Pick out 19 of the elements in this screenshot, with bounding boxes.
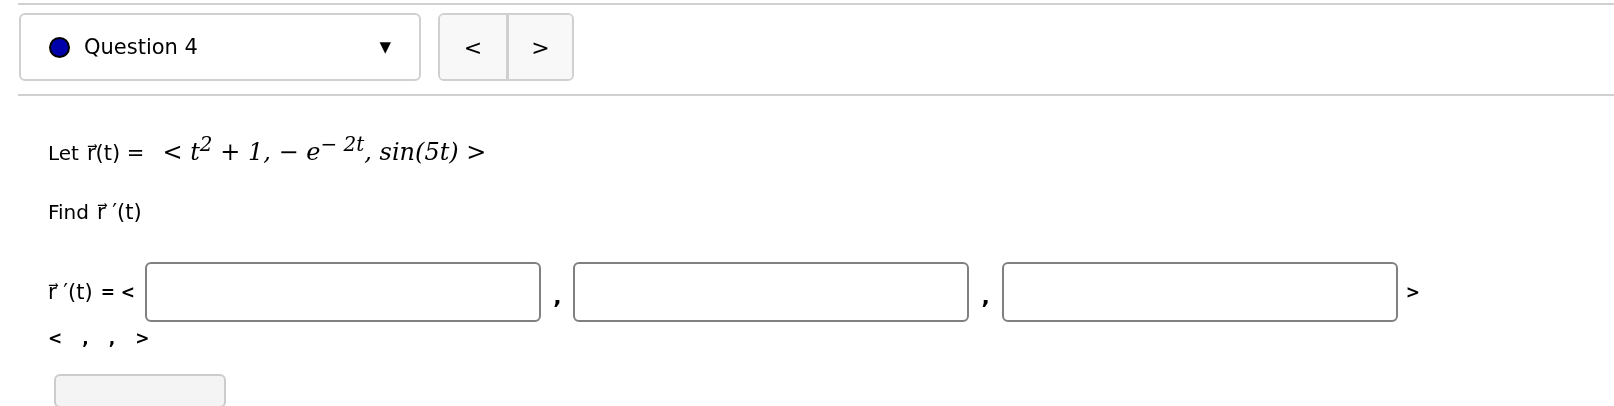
preview-symbol: > [135, 328, 150, 348]
caret-icon: ▼ [379, 38, 391, 56]
statement-text: Let [48, 141, 79, 165]
question-dropdown[interactable]: Question 4 ▼ [19, 13, 421, 81]
vector-expression: r⃗ ′(t) [48, 280, 93, 304]
task-text: Find [48, 200, 89, 224]
vector-expression: r⃗(t) = [86, 141, 145, 165]
comma: , [981, 283, 990, 309]
preview-symbol: , [108, 328, 116, 348]
formula: < t$^{2}$ + 1, − e$^{− 2t}$, sin(5t) > [162, 132, 487, 166]
next-button[interactable]: > [506, 15, 572, 79]
question-label: Question 4 [84, 35, 199, 59]
equals-bracket: = < [100, 282, 136, 302]
comma: , [553, 283, 562, 309]
vector-expression: r⃗ ′(t) [97, 200, 142, 224]
closing-bracket: > [1405, 282, 1421, 302]
preview-symbol: < [48, 328, 63, 348]
preview-symbol: , [82, 328, 89, 348]
previous-button[interactable]: < [440, 15, 506, 79]
